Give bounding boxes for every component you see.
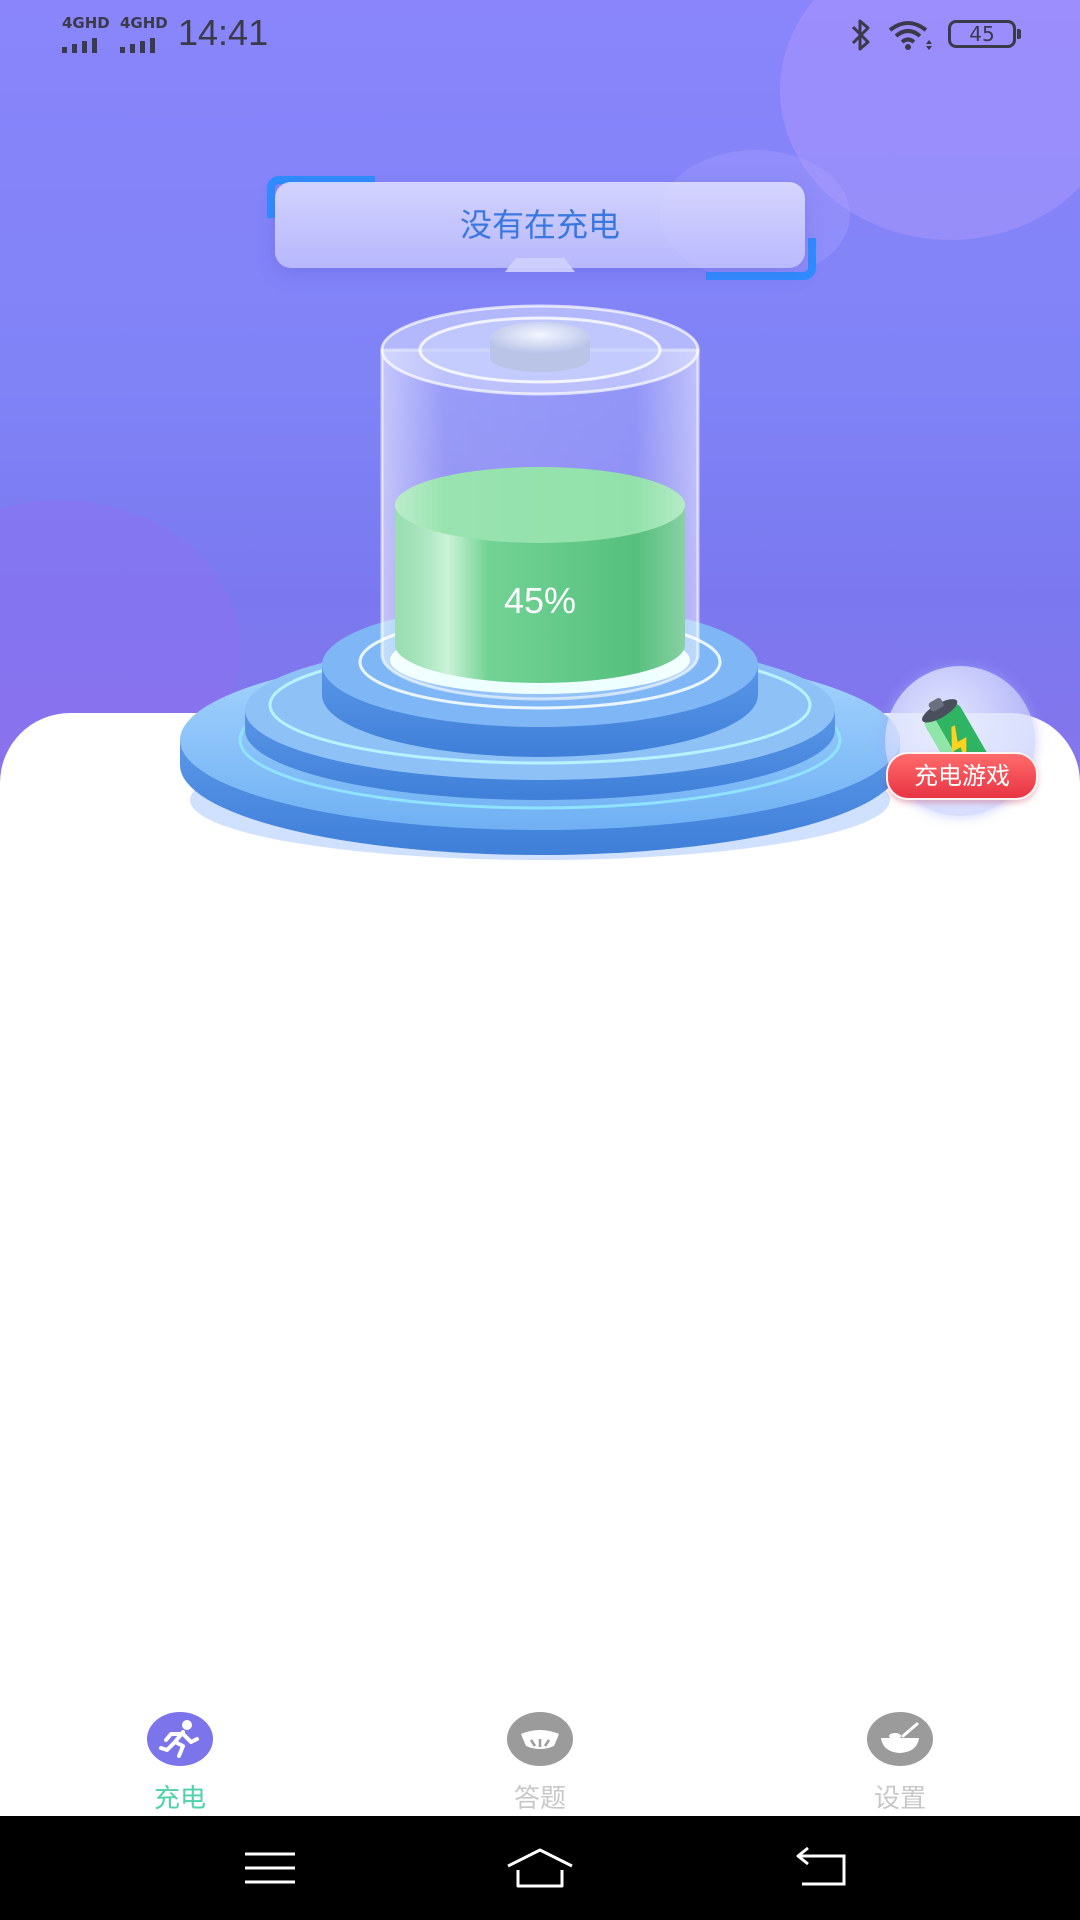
running-person-icon xyxy=(147,1712,213,1766)
back-icon[interactable] xyxy=(784,1842,864,1894)
tab-settings[interactable]: 设置 xyxy=(800,1690,1000,1816)
bluetooth-icon xyxy=(851,19,870,51)
tab-quiz[interactable]: 答题 xyxy=(440,1690,640,1816)
signal-label: 4GHD xyxy=(62,14,110,32)
tab-label: 充电 xyxy=(153,1784,206,1814)
signal-icon: 4GHD xyxy=(118,14,170,53)
quiz-bowl-icon xyxy=(507,1712,573,1766)
tab-label: 答题 xyxy=(513,1784,566,1814)
system-nav-bar xyxy=(0,1816,1080,1920)
signal-label: 4GHD xyxy=(120,14,168,32)
home-icon[interactable] xyxy=(500,1842,580,1894)
settings-bowl-icon xyxy=(867,1712,933,1766)
battery-status-icon: 45 xyxy=(948,20,1021,48)
charging-status-banner: 没有在充电 xyxy=(275,182,805,268)
wifi-icon xyxy=(888,21,932,50)
charging-game-label[interactable]: 充电游戏 xyxy=(886,752,1038,800)
app-screen: 4GHD 4GHD 14:41 45 没有在充电 45% 充电游戏 充电 答题 … xyxy=(0,0,1080,1920)
banner-notch-decor xyxy=(505,258,575,272)
tab-charging[interactable]: 充电 xyxy=(80,1690,280,1816)
menu-icon[interactable] xyxy=(231,1842,311,1894)
battery-percent: 45% xyxy=(503,580,577,621)
signal-icon: 4GHD xyxy=(60,14,112,53)
status-time: 14:41 xyxy=(178,12,269,53)
tab-label: 设置 xyxy=(873,1784,926,1814)
status-bar: 4GHD 4GHD 14:41 45 xyxy=(0,0,1080,70)
bottom-tab-bar: 充电 答题 设置 xyxy=(0,1690,1080,1816)
